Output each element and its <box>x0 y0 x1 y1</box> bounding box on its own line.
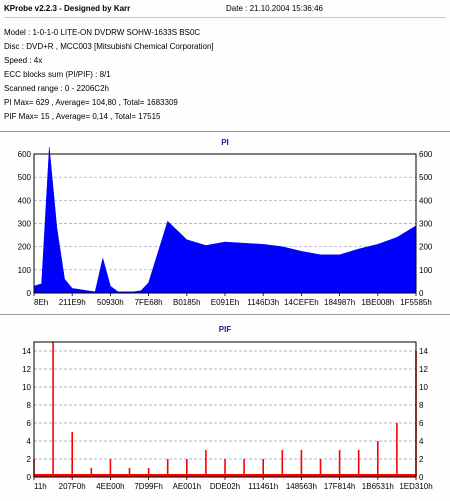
y-tick-label-left: 2 <box>27 455 32 464</box>
x-tick-label: 1146D3h <box>247 298 279 307</box>
x-tick-label: 11h <box>34 482 47 491</box>
y-tick-label-right: 8 <box>419 401 424 410</box>
x-tick-label: 184987h <box>324 298 355 307</box>
x-tick-label: 1ED310h <box>399 482 432 491</box>
x-tick-label: 14CEFEh <box>284 298 319 307</box>
pif-chart: 0 0 2 2 4 4 6 6 8 8 10 10 12 12 14 14 11h 207F0h 4EE00h 7D9… <box>22 341 433 491</box>
y-tick-label-left: 200 <box>18 243 32 252</box>
y-tick-label-right: 200 <box>419 243 433 252</box>
info-speed: Speed : 4x <box>4 56 43 65</box>
x-tick-label: 8Eh <box>34 298 48 307</box>
y-tick-label-right: 12 <box>419 365 428 374</box>
info-disc: Disc : DVD+R , MCC003 [Mitsubishi Chemic… <box>4 42 214 51</box>
x-tick-label: 4EE00h <box>96 482 124 491</box>
y-tick-label-left: 600 <box>18 150 32 159</box>
x-tick-label: 211E9h <box>59 298 86 307</box>
y-tick-label-left: 6 <box>27 419 32 428</box>
x-tick-label: 1BE008h <box>361 298 394 307</box>
y-tick-label-left: 500 <box>18 173 32 182</box>
info-ecc-blocks: ECC blocks sum (PI/PIF) : 8/1 <box>4 70 111 79</box>
x-tick-label: 7FE68h <box>135 298 163 307</box>
y-tick-label-left: 14 <box>22 347 31 356</box>
x-tick-label: AE001h <box>173 482 201 491</box>
y-tick-label-right: 10 <box>419 383 428 392</box>
y-tick-label-left: 0 <box>27 473 32 482</box>
pi-chart: 0 0 100 100 200 200 300 300 400 400 500 500 600 600 8E… <box>18 147 433 307</box>
app-title: KProbe v2.2.3 - Designed by Karr <box>4 4 131 13</box>
y-tick-label-right: 2 <box>419 455 424 464</box>
x-tick-label: DDE02h <box>210 482 240 491</box>
y-tick-label-right: 4 <box>419 437 424 446</box>
y-tick-label-right: 400 <box>419 196 433 205</box>
y-tick-label-left: 400 <box>18 196 32 205</box>
y-tick-label-right: 14 <box>419 347 428 356</box>
x-tick-label: 50930h <box>97 298 124 307</box>
y-tick-label-left: 100 <box>18 266 32 275</box>
y-tick-label-right: 300 <box>419 220 433 229</box>
info-pi-stats: PI Max= 629 , Average= 104,80 , Total= 1… <box>4 98 178 107</box>
y-tick-label-left: 12 <box>22 365 31 374</box>
y-tick-label-right: 500 <box>419 173 433 182</box>
pif-chart-panel: PIF 0 0 2 2 4 4 6 6 8 8 10 10 12 12 14 14 11h 207F0h 4EE00… <box>0 314 450 501</box>
x-tick-label: 207F0h <box>59 482 86 491</box>
y-tick-label-left: 0 <box>27 289 32 298</box>
y-tick-label-right: 100 <box>419 266 433 275</box>
x-tick-label: B0185h <box>173 298 201 307</box>
x-tick-label: 111461h <box>248 482 278 491</box>
y-tick-label-left: 4 <box>27 437 32 446</box>
x-tick-label: 148563h <box>286 482 317 491</box>
y-tick-label-right: 0 <box>419 473 424 482</box>
y-tick-label-left: 300 <box>18 220 32 229</box>
y-tick-label-right: 6 <box>419 419 424 428</box>
header-divider <box>4 17 446 18</box>
y-tick-label-right: 0 <box>419 289 424 298</box>
scan-info-panel: KProbe v2.2.3 - Designed by Karr Date : … <box>0 0 450 128</box>
x-tick-label: 1B6531h <box>362 482 394 491</box>
y-tick-label-left: 8 <box>27 401 32 410</box>
scan-date: Date : 21.10.2004 15:36:46 <box>226 4 323 13</box>
y-tick-label-right: 600 <box>419 150 433 159</box>
x-tick-label: 17F814h <box>324 482 356 491</box>
info-scanned-range: Scanned range : 0 - 2206C2h <box>4 84 109 93</box>
x-tick-label: 1F5585h <box>400 298 432 307</box>
info-pif-stats: PIF Max= 15 , Average= 0,14 , Total= 175… <box>4 112 161 121</box>
pi-chart-panel: PI 0 0 100 100 200 200 300 300 400 400 500 500 600 60… <box>0 131 450 312</box>
info-model: Model : 1-0-1-0 LITE-ON DVDRW SOHW-1633S… <box>4 28 201 37</box>
x-tick-label: E091Eh <box>211 298 239 307</box>
y-tick-label-left: 10 <box>22 383 31 392</box>
x-tick-label: 7D99Fh <box>134 482 162 491</box>
